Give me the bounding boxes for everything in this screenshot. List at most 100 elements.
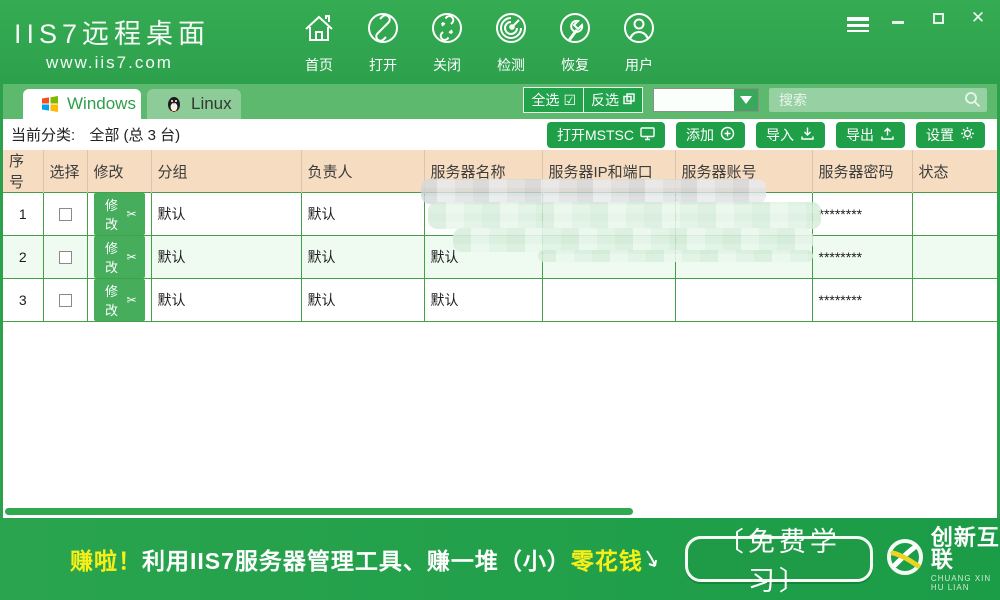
group-filter-dropdown[interactable] <box>653 88 759 112</box>
nav-detect[interactable]: 检测 <box>492 10 530 75</box>
cell-select <box>43 279 87 322</box>
brand-logo[interactable]: 创新互联 CHUANG XIN HU LIAN <box>885 527 1000 592</box>
row-checkbox[interactable] <box>59 251 72 264</box>
privacy-blur <box>453 228 813 252</box>
minimize-icon[interactable] <box>886 8 910 28</box>
col-password[interactable]: 服务器密码 <box>812 150 912 193</box>
col-status[interactable]: 状态 <box>912 150 997 193</box>
window-controls: ✕ <box>846 8 990 28</box>
tab-linux[interactable]: Linux <box>147 89 241 119</box>
tab-linux-label: Linux <box>191 94 232 114</box>
modify-button-label: 修改 <box>102 238 122 276</box>
cell-index: 3 <box>3 279 43 322</box>
nav-close-conn[interactable]: 关闭 <box>428 10 466 75</box>
modify-button[interactable]: 修改 ✂ <box>94 279 145 321</box>
nav-open[interactable]: 打开 <box>364 10 402 75</box>
nav-restore-label: 恢复 <box>561 55 589 75</box>
cell-modify: 修改 ✂ <box>87 279 151 322</box>
select-all-label: 全选 <box>531 90 559 110</box>
row-checkbox[interactable] <box>59 294 72 307</box>
cell-group: 默认 <box>151 236 301 279</box>
selection-bar: 全选 ☑ 反选 <box>523 87 987 113</box>
cell-owner: 默认 <box>301 279 424 322</box>
cell-status <box>912 279 997 322</box>
ad-text-suffix: 零花钱 <box>571 548 643 574</box>
menu-icon[interactable] <box>846 8 870 28</box>
tools-icon: ✂ <box>126 293 136 307</box>
col-group[interactable]: 分组 <box>151 150 301 193</box>
arrow-swoosh-icon <box>645 548 659 574</box>
col-modify[interactable]: 修改 <box>87 150 151 193</box>
cell-password: ******** <box>812 236 912 279</box>
dropdown-button[interactable] <box>734 89 758 111</box>
ad-banner[interactable]: 赚啦！利用IIS7服务器管理工具、赚一堆（小）零花钱 〔免费学习〕 创新互联 C… <box>0 518 1000 600</box>
horizontal-scrollbar <box>3 507 997 516</box>
nav-close-label: 关闭 <box>433 55 461 75</box>
cell-modify: 修改 ✂ <box>87 236 151 279</box>
tools-icon: ✂ <box>126 250 136 264</box>
modify-button-label: 修改 <box>102 195 122 233</box>
col-owner[interactable]: 负责人 <box>301 150 424 193</box>
user-icon <box>621 10 657 51</box>
settings-label: 设置 <box>926 125 954 145</box>
cell-index: 2 <box>3 236 43 279</box>
modify-button[interactable]: 修改 ✂ <box>94 193 145 235</box>
settings-button[interactable]: 设置 <box>916 122 985 148</box>
category-value: 全部 (总 3 台) <box>89 127 180 144</box>
radar-icon <box>493 10 529 51</box>
free-learn-button[interactable]: 〔免费学习〕 <box>685 536 873 582</box>
category-actions: 打开MSTSC 添加 导入 <box>547 122 985 148</box>
chuangxin-logo-icon <box>885 537 925 582</box>
selection-buttons: 全选 ☑ 反选 <box>523 87 643 113</box>
wrench-icon <box>557 10 593 51</box>
app-logo: IIS7远程桌面 www.iis7.com <box>14 12 234 73</box>
cell-password: ******** <box>812 279 912 322</box>
link-broken-icon <box>429 10 465 51</box>
row-checkbox[interactable] <box>59 208 72 221</box>
brand-subtitle: CHUANG XIN HU LIAN <box>931 574 1000 592</box>
close-icon[interactable]: ✕ <box>966 8 990 28</box>
invert-selection-label: 反选 <box>591 90 619 110</box>
main-toolbar: 首页 打开 <box>300 10 658 75</box>
tools-icon: ✂ <box>126 207 136 221</box>
gear-icon <box>960 126 975 144</box>
cell-owner: 默认 <box>301 236 424 279</box>
chevron-down-icon <box>740 96 752 104</box>
maximize-icon[interactable] <box>926 8 950 28</box>
import-button[interactable]: 导入 <box>756 122 825 148</box>
cell-group: 默认 <box>151 193 301 236</box>
scrollbar-thumb[interactable] <box>5 508 633 515</box>
search-input[interactable] <box>769 88 987 112</box>
app-header: IIS7远程桌面 www.iis7.com 首页 <box>0 0 1000 84</box>
col-select[interactable]: 选择 <box>43 150 87 193</box>
category-bar: 当前分类: 全部 (总 3 台) 打开MSTSC 添加 <box>3 119 997 149</box>
nav-restore[interactable]: 恢复 <box>556 10 594 75</box>
search-box <box>769 88 987 112</box>
modify-button-label: 修改 <box>102 281 122 319</box>
main-content: 当前分类: 全部 (总 3 台) 打开MSTSC 添加 <box>0 119 1000 518</box>
open-mstsc-button[interactable]: 打开MSTSC <box>547 122 665 148</box>
cell-owner: 默认 <box>301 193 424 236</box>
nav-home-label: 首页 <box>305 55 333 75</box>
privacy-blur <box>538 250 813 262</box>
cell-select <box>43 193 87 236</box>
link-icon <box>365 10 401 51</box>
modify-button[interactable]: 修改 ✂ <box>94 236 145 278</box>
col-index[interactable]: 序号 <box>3 150 43 193</box>
privacy-blur <box>428 202 821 229</box>
plus-circle-icon <box>720 126 735 144</box>
tab-windows[interactable]: Windows <box>23 89 141 119</box>
nav-home[interactable]: 首页 <box>300 10 338 75</box>
ad-text-prefix: 赚啦！ <box>70 548 142 574</box>
privacy-blur <box>421 179 766 204</box>
nav-open-label: 打开 <box>369 55 397 75</box>
nav-user[interactable]: 用户 <box>620 10 658 75</box>
invert-selection-button[interactable]: 反选 <box>583 88 642 112</box>
download-icon <box>800 126 815 144</box>
select-all-button[interactable]: 全选 ☑ <box>524 88 583 112</box>
export-button[interactable]: 导出 <box>836 122 905 148</box>
home-icon <box>301 10 337 51</box>
tab-strip: Windows Linux 全选 ☑ <box>0 84 1000 119</box>
cell-modify: 修改 ✂ <box>87 193 151 236</box>
add-button[interactable]: 添加 <box>676 122 745 148</box>
